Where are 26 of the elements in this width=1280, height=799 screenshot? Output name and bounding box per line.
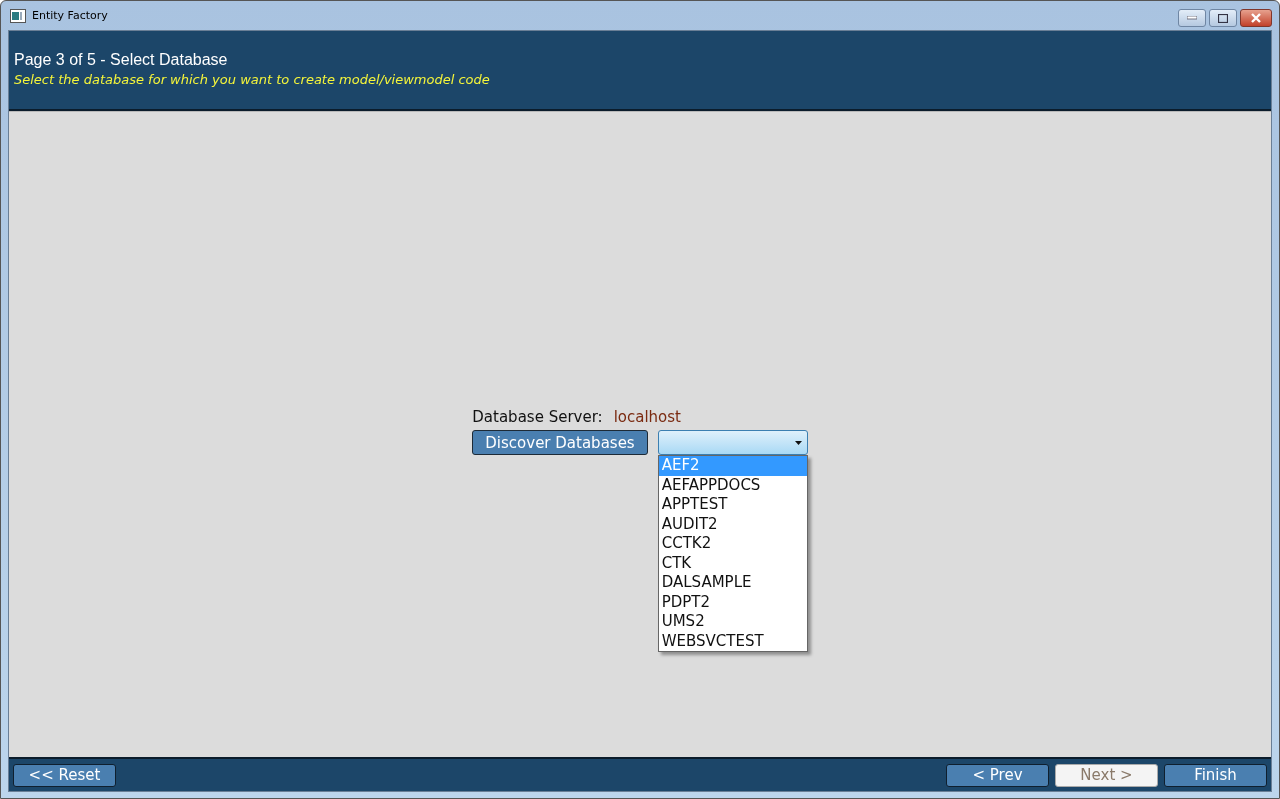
dropdown-option[interactable]: AEFAPPDOCS [658,475,807,495]
close-icon [1250,13,1262,23]
page-subtitle: Select the database for which you want to create model/viewmodel code [14,72,491,87]
dropdown-option[interactable]: PDPT2 [658,592,807,612]
dropdown-option[interactable]: CTK [658,553,807,573]
close-button[interactable] [1240,9,1272,27]
database-dropdown[interactable] [657,430,808,455]
dropdown-option[interactable]: APPTEST [658,495,807,515]
dropdown-option[interactable]: DALSAMPLE [658,573,807,593]
minimize-icon [1187,16,1197,20]
dropdown-option[interactable]: UMS2 [658,612,807,632]
discover-button[interactable]: Discover Databases [472,430,648,455]
maximize-button[interactable] [1209,9,1237,27]
server-value: localhost [613,408,681,426]
page-title: Page 3 of 5 - Select Database [14,51,229,69]
server-label: Database Server: [472,408,603,426]
window-title: Entity Factory [32,9,108,22]
maximize-icon [1218,13,1228,23]
nav-button[interactable]: Finish [1164,763,1267,787]
dropdown-option[interactable]: AUDIT2 [658,514,807,534]
dropdown-option[interactable]: CCTK2 [658,534,807,554]
caret-icon [794,440,802,445]
dropdown-option[interactable]: WEBSVCTEST [658,631,807,651]
app-icon [10,8,26,23]
nav-button[interactable]: < Prev [946,763,1049,787]
nav-button[interactable]: << Reset [13,763,116,787]
